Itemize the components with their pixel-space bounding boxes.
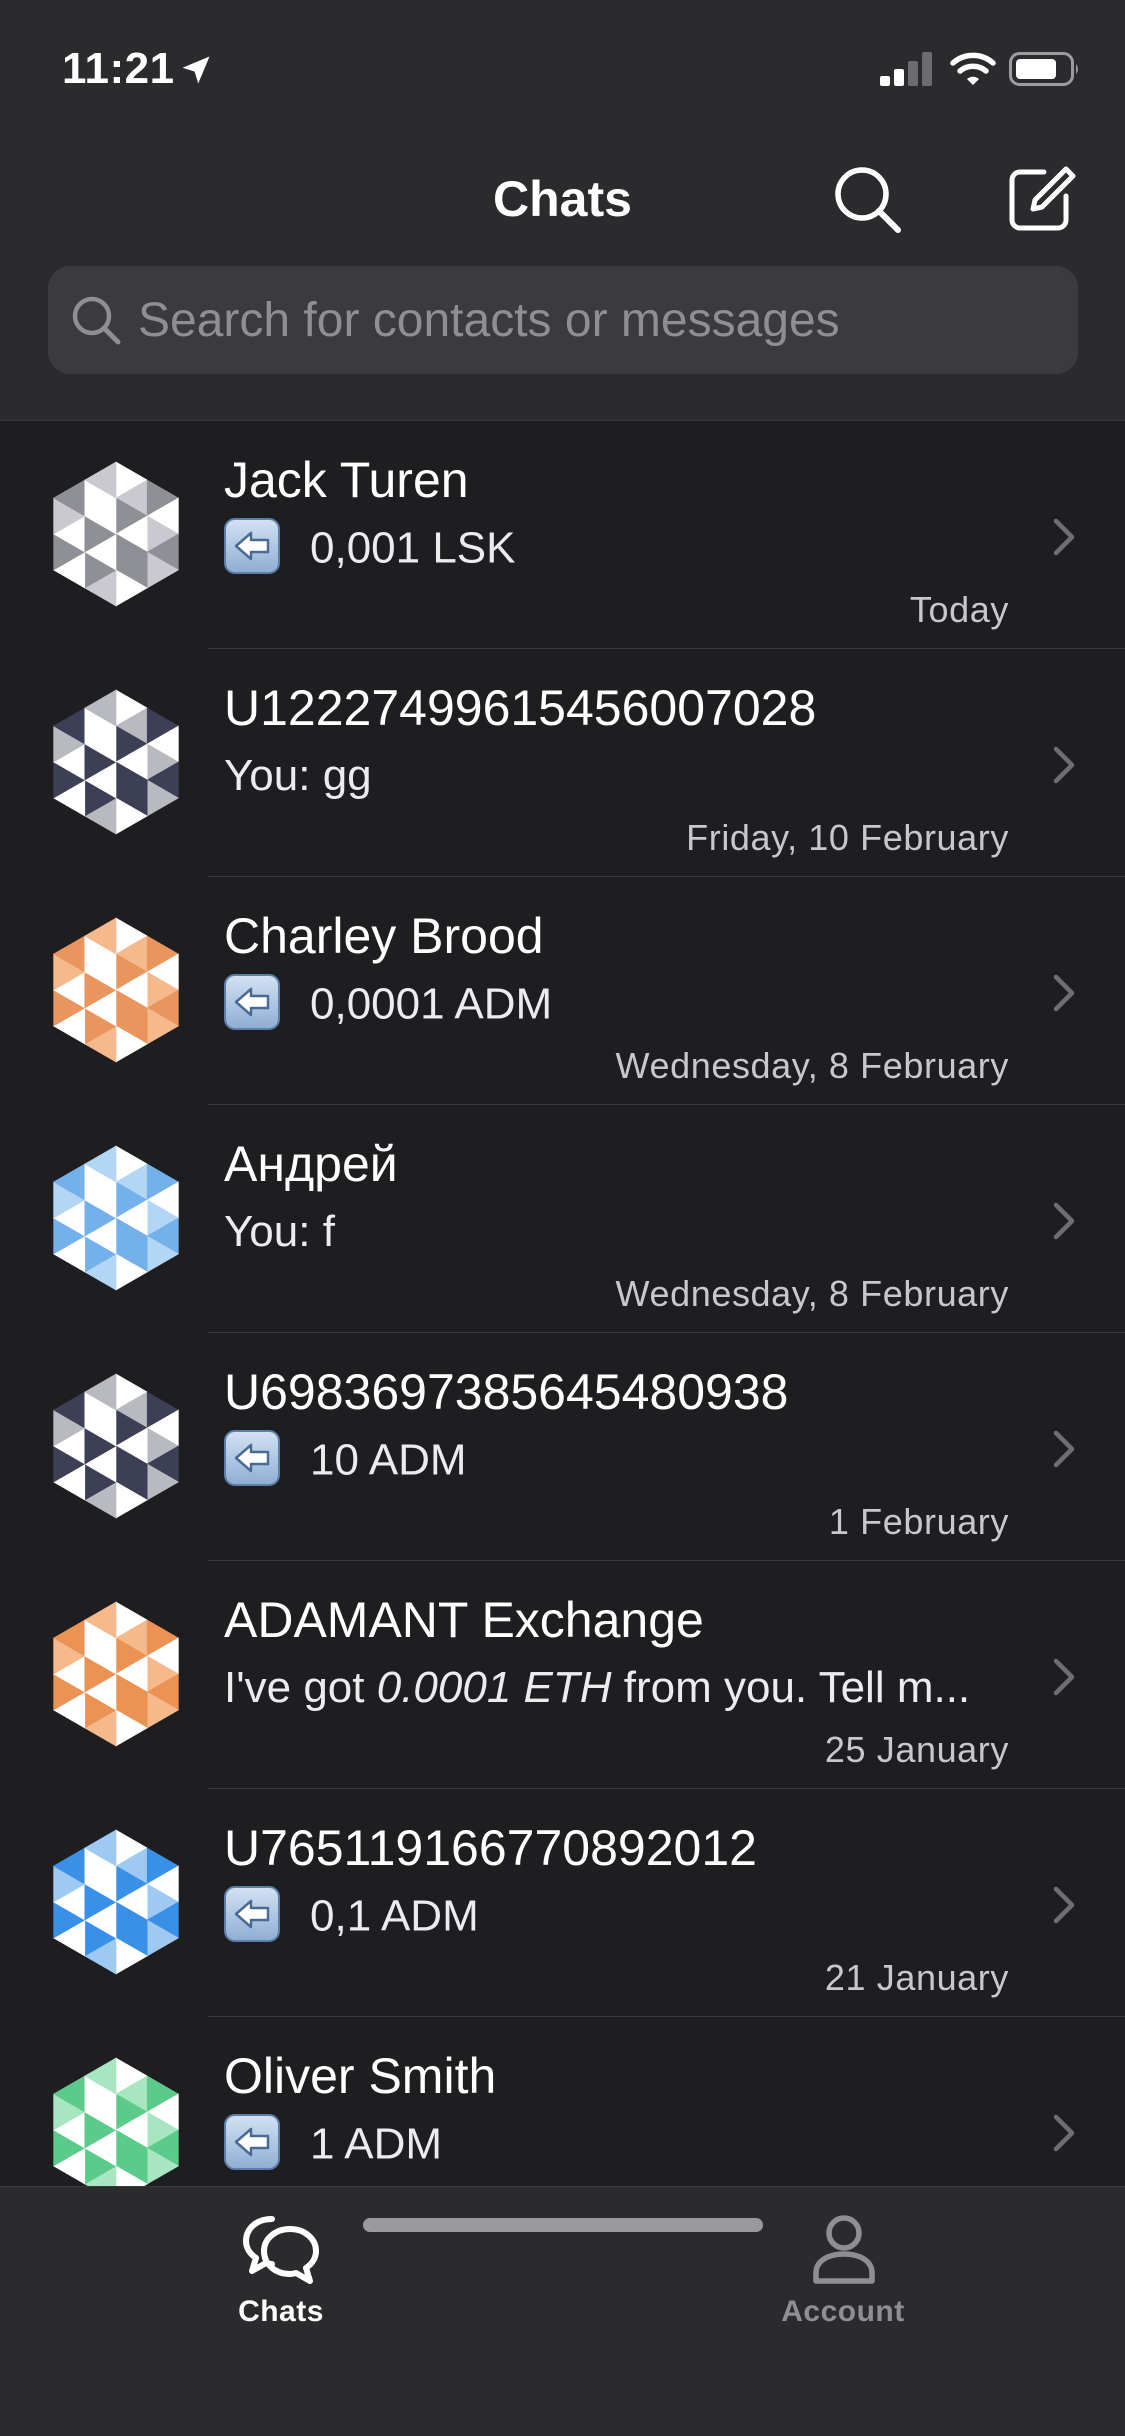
chat-name: Jack Turen [224, 452, 469, 508]
chat-date: Today [909, 589, 1009, 630]
avatar [52, 461, 180, 607]
preview-fragment: I've got [224, 1663, 377, 1712]
cellular-signal-icon [880, 52, 932, 86]
chat-preview: You: gg [224, 751, 372, 800]
chat-date: 21 January [824, 1957, 1009, 1998]
transfer-amount: 0,0001 ADM [310, 979, 553, 1029]
chat-name: U12227499615456007028 [224, 680, 817, 736]
avatar [52, 917, 180, 1063]
avatar [52, 1829, 180, 1975]
tab-chats[interactable]: Chats [0, 2187, 562, 2347]
battery-icon [1009, 52, 1078, 86]
avatar [52, 1601, 180, 1747]
chat-preview: 0,1 ADM [224, 1886, 479, 1947]
preview-fragment: from you. Tell m... [611, 1663, 971, 1712]
chat-name: Андрей [224, 1136, 398, 1192]
incoming-transfer-icon [224, 2114, 280, 2170]
incoming-transfer-icon [224, 1430, 280, 1486]
tab-account[interactable]: Account [562, 2187, 1124, 2347]
search-icon[interactable] [830, 162, 906, 238]
chat-date: Wednesday, 8 February [615, 1273, 1009, 1314]
incoming-transfer-icon [224, 518, 280, 574]
app: 11:21 Chats Search for contacts or messa… [0, 0, 1125, 2436]
chat-name: U765119166770892012 [224, 1820, 757, 1876]
chat-preview: 0,001 LSK [224, 518, 516, 579]
chat-name: Oliver Smith [224, 2048, 497, 2104]
chat-date: Friday, 10 February [686, 817, 1009, 858]
chat-row[interactable]: Charley Brood 0,0001 ADM Wednesday, 8 Fe… [0, 877, 1125, 1105]
chevron-right-icon [1053, 1202, 1075, 1240]
avatar [52, 2057, 180, 2186]
chat-row[interactable]: Jack Turen 0,001 LSK Today [0, 421, 1125, 649]
page-title: Chats [493, 171, 632, 227]
chat-list[interactable]: Jack Turen 0,001 LSK Today U122274996154… [0, 421, 1125, 2186]
chat-row[interactable]: Андрей You: f Wednesday, 8 February [0, 1105, 1125, 1333]
chat-preview: 1 ADM [224, 2114, 443, 2175]
transfer-amount: 1 ADM [310, 2119, 443, 2169]
chat-date: 25 January [824, 1729, 1009, 1770]
location-arrow-icon [182, 56, 210, 84]
wifi-icon [950, 52, 996, 85]
chat-preview: I've got 0.0001 ETH from you. Tell m... [224, 1663, 970, 1713]
chat-bubbles-icon [243, 2216, 319, 2284]
status-bar: 11:21 [0, 0, 1125, 132]
chat-row[interactable]: ADAMANT Exchange I've got 0.0001 ETH fro… [0, 1561, 1125, 1789]
avatar [52, 1145, 180, 1291]
nav-header: Chats [0, 132, 1125, 421]
chevron-right-icon [1053, 1658, 1075, 1696]
transfer-amount: 0,001 LSK [310, 523, 516, 573]
chat-date: Wednesday, 8 February [615, 1045, 1009, 1086]
avatar [52, 1373, 180, 1519]
chat-name: Charley Brood [224, 908, 544, 964]
search-field[interactable] [48, 266, 1078, 374]
tab-label-chats: Chats [238, 2295, 324, 2328]
chat-preview: 10 ADM [224, 1430, 467, 1491]
chat-preview: You: f [224, 1207, 335, 1256]
status-time: 11:21 [62, 44, 175, 93]
search-input[interactable] [138, 266, 1038, 374]
chevron-right-icon [1053, 518, 1075, 556]
transfer-amount: 10 ADM [310, 1435, 467, 1485]
chat-row[interactable]: U6983697385645480938 10 ADM 1 February [0, 1333, 1125, 1561]
avatar [52, 689, 180, 835]
chat-row[interactable]: U765119166770892012 0,1 ADM 21 January [0, 1789, 1125, 2017]
chat-name: U6983697385645480938 [224, 1364, 789, 1420]
chat-date: 1 February [828, 1501, 1009, 1542]
chat-name: ADAMANT Exchange [224, 1592, 704, 1648]
transfer-amount: 0,1 ADM [310, 1891, 479, 1941]
compose-icon[interactable] [1000, 158, 1080, 238]
chevron-right-icon [1053, 746, 1075, 784]
tab-label-account: Account [781, 2295, 905, 2328]
chat-row[interactable]: Oliver Smith 1 ADM [0, 2017, 1125, 2186]
search-icon [72, 296, 121, 345]
chevron-right-icon [1053, 2114, 1075, 2152]
chevron-right-icon [1053, 1430, 1075, 1468]
chat-preview: 0,0001 ADM [224, 974, 553, 1035]
chevron-right-icon [1053, 974, 1075, 1012]
chevron-right-icon [1053, 1886, 1075, 1924]
home-indicator [363, 2218, 763, 2232]
incoming-transfer-icon [224, 1886, 280, 1942]
person-icon [813, 2215, 875, 2284]
preview-fragment: 0.0001 ETH [376, 1663, 612, 1712]
incoming-transfer-icon [224, 974, 280, 1030]
chat-row[interactable]: U12227499615456007028 You: gg Friday, 10… [0, 649, 1125, 877]
